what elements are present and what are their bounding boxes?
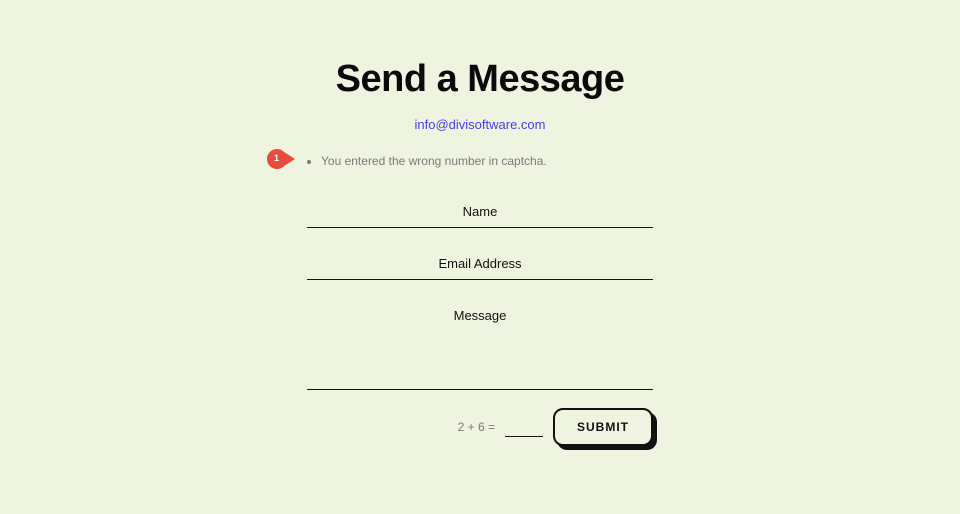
contact-email-link[interactable]: info@divisoftware.com <box>415 117 546 132</box>
email-input[interactable] <box>307 246 653 280</box>
name-input[interactable] <box>307 194 653 228</box>
captcha-row: 2 + 6 = SUBMIT <box>307 408 653 446</box>
error-list: You entered the wrong number in captcha. <box>307 154 653 168</box>
message-textarea[interactable] <box>307 298 653 390</box>
annotation-number: 1 <box>274 153 279 163</box>
captcha-label: 2 + 6 = <box>458 420 495 434</box>
error-item: You entered the wrong number in captcha. <box>321 154 653 168</box>
submit-button[interactable]: SUBMIT <box>553 408 653 446</box>
annotation-marker: 1 <box>267 149 295 169</box>
page-title: Send a Message <box>307 58 653 101</box>
captcha-input[interactable] <box>505 418 543 437</box>
contact-form-container: Send a Message info@divisoftware.com You… <box>307 0 653 446</box>
